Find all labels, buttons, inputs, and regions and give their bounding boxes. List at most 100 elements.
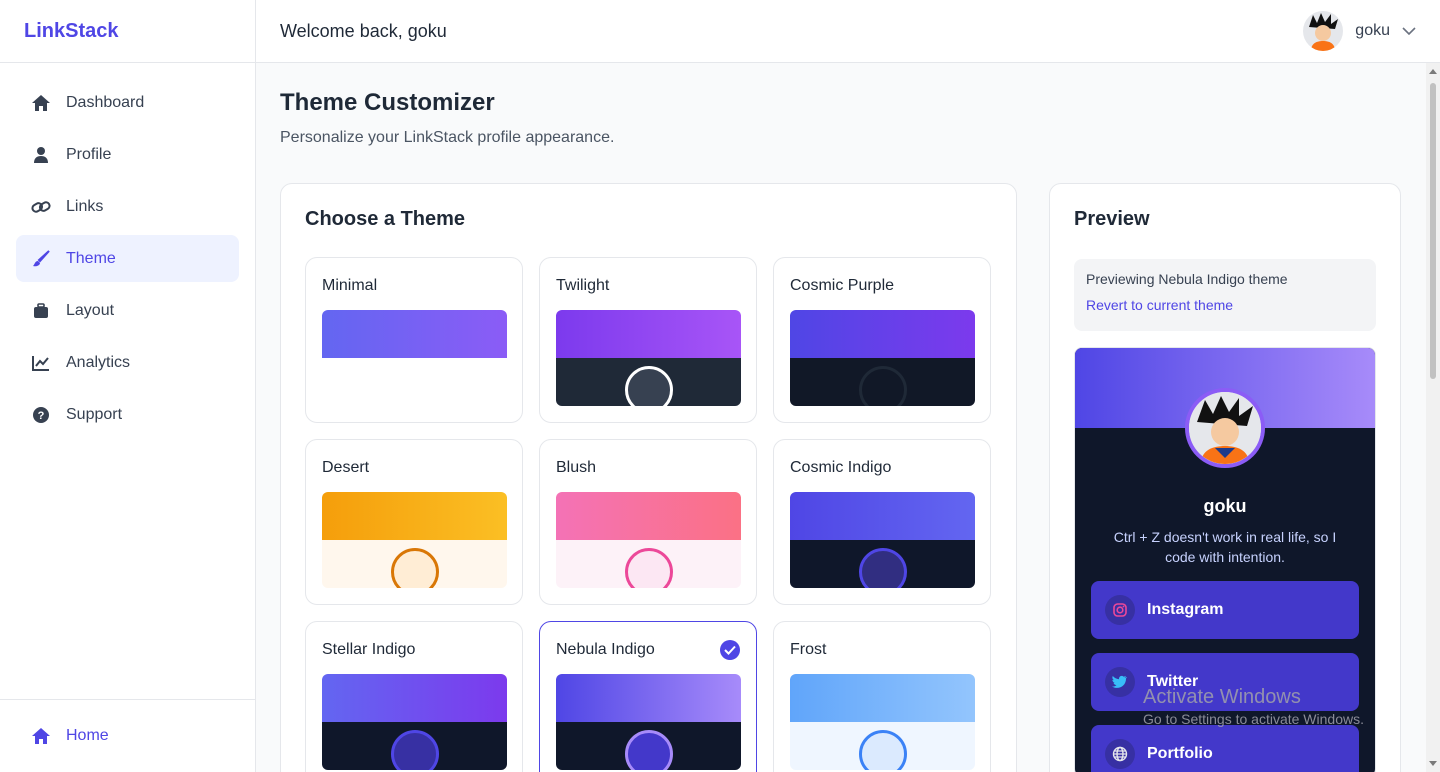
theme-option-name: Minimal <box>322 277 378 294</box>
sidebar-item-links[interactable]: Links <box>16 183 239 230</box>
theme-option[interactable]: Minimal <box>305 257 523 423</box>
sidebar-item-label: Layout <box>66 301 115 319</box>
theme-swatch <box>556 492 741 588</box>
theme-swatch-body <box>322 722 507 770</box>
theme-swatch <box>790 674 975 770</box>
preview-link-portfolio[interactable]: Portfolio <box>1091 725 1359 772</box>
theme-swatch-header <box>322 492 507 540</box>
theme-swatch-header <box>322 310 507 358</box>
instagram-icon <box>1105 595 1135 625</box>
theme-swatch-avatar <box>858 548 907 588</box>
theme-option-name: Stellar Indigo <box>322 641 416 658</box>
theme-grid: Minimal Twilight Cosmic Purple Desert Blush C… <box>305 257 992 772</box>
theme-swatch <box>556 674 741 770</box>
theme-swatch <box>556 310 741 406</box>
theme-swatch-header <box>556 310 741 358</box>
theme-option-name: Blush <box>556 459 597 476</box>
avatar <box>1303 11 1344 51</box>
preview-link-label: Twitter <box>1147 673 1199 690</box>
user-menu[interactable]: goku <box>1303 11 1416 51</box>
top-header: Welcome back, goku goku <box>256 0 1440 63</box>
preview-link-instagram[interactable]: Instagram <box>1091 581 1359 639</box>
brand-logo[interactable]: LinkStack <box>0 0 255 63</box>
theme-option[interactable]: Twilight <box>539 257 757 423</box>
theme-swatch-avatar <box>390 548 439 588</box>
theme-swatch-header <box>790 674 975 722</box>
theme-swatch <box>790 492 975 588</box>
sidebar-footer: Home <box>0 699 255 772</box>
welcome-text: Welcome back, goku <box>280 20 447 41</box>
scroll-up-icon[interactable] <box>1429 69 1437 74</box>
themes-title: Choose a Theme <box>305 208 466 230</box>
theme-swatch-avatar <box>624 548 673 588</box>
theme-swatch-header <box>322 674 507 722</box>
link-icon <box>30 196 52 218</box>
theme-option[interactable]: Frost <box>773 621 991 772</box>
check-circle-icon <box>720 640 740 660</box>
home-link[interactable]: Home <box>16 712 239 759</box>
globe-icon <box>1105 739 1135 769</box>
theme-swatch-body <box>556 358 741 406</box>
sidebar: LinkStack Dashboard Profile Links Theme <box>0 0 256 772</box>
theme-swatch-body <box>322 540 507 588</box>
home-label: Home <box>66 726 109 744</box>
preview-link-twitter[interactable]: Twitter <box>1091 653 1359 711</box>
page-subtitle: Personalize your LinkStack profile appea… <box>280 129 615 146</box>
theme-option[interactable]: Cosmic Indigo <box>773 439 991 605</box>
sidebar-item-profile[interactable]: Profile <box>16 131 239 178</box>
theme-option[interactable]: Blush <box>539 439 757 605</box>
theme-swatch-avatar <box>624 366 673 406</box>
twitter-icon <box>1105 667 1135 697</box>
preview-name: goku <box>1203 496 1247 516</box>
sidebar-item-support[interactable]: ? Support <box>16 391 239 438</box>
page-title: Theme Customizer <box>280 89 495 116</box>
chart-line-icon <box>30 352 52 374</box>
main-content: Theme Customizer Personalize your LinkSt… <box>256 63 1426 772</box>
revert-theme-link[interactable]: Revert to current theme <box>1086 297 1364 313</box>
theme-swatch-body <box>790 540 975 588</box>
theme-swatch-avatar <box>390 730 439 770</box>
theme-option-name: Desert <box>322 459 370 476</box>
themes-card: Choose a Theme Minimal Twilight Cosmic Pur… <box>280 183 1017 772</box>
theme-swatch-header <box>790 492 975 540</box>
theme-option-name: Twilight <box>556 277 610 294</box>
home-icon <box>30 725 52 747</box>
sidebar-item-label: Theme <box>66 249 116 267</box>
sidebar-item-label: Dashboard <box>66 93 145 111</box>
preview-bio: Ctrl + Z doesn't work in real life, so I… <box>1113 529 1337 565</box>
sidebar-item-analytics[interactable]: Analytics <box>16 339 239 386</box>
theme-option-name: Cosmic Purple <box>790 277 895 294</box>
sidebar-item-theme[interactable]: Theme <box>16 235 239 282</box>
scrollbar-thumb[interactable] <box>1430 83 1436 379</box>
username: goku <box>1355 22 1390 39</box>
theme-swatch-body <box>790 358 975 406</box>
preview-card: Preview Previewing Nebula Indigo theme R… <box>1049 183 1401 772</box>
sidebar-item-label: Analytics <box>66 353 131 371</box>
sidebar-item-label: Support <box>66 405 123 423</box>
sidebar-nav: Dashboard Profile Links Theme Layout Ana… <box>0 63 255 459</box>
preview-notice-text: Previewing Nebula Indigo theme <box>1086 271 1288 287</box>
briefcase-icon <box>30 300 52 322</box>
page-scrollbar[interactable] <box>1426 63 1440 772</box>
preview-link-label: Instagram <box>1147 601 1224 618</box>
theme-option[interactable]: Desert <box>305 439 523 605</box>
preview-link-label: Portfolio <box>1147 745 1213 762</box>
theme-swatch-body <box>556 722 741 770</box>
theme-swatch-avatar <box>624 730 673 770</box>
sidebar-item-dashboard[interactable]: Dashboard <box>16 79 239 126</box>
chevron-down-icon <box>1402 22 1416 40</box>
theme-option[interactable]: Stellar Indigo <box>305 621 523 772</box>
home-icon <box>30 92 52 114</box>
sidebar-item-label: Links <box>66 197 104 215</box>
theme-swatch-body <box>322 358 507 406</box>
preview-notice: Previewing Nebula Indigo theme Revert to… <box>1074 259 1376 331</box>
theme-option[interactable]: Cosmic Purple <box>773 257 991 423</box>
preview-title: Preview <box>1074 208 1150 230</box>
theme-swatch-body <box>790 722 975 770</box>
theme-option-name: Cosmic Indigo <box>790 459 892 476</box>
sidebar-item-layout[interactable]: Layout <box>16 287 239 334</box>
theme-swatch-avatar <box>858 730 907 770</box>
scroll-down-icon[interactable] <box>1429 761 1437 766</box>
svg-text:?: ? <box>38 410 45 422</box>
theme-option[interactable]: Nebula Indigo <box>539 621 757 772</box>
